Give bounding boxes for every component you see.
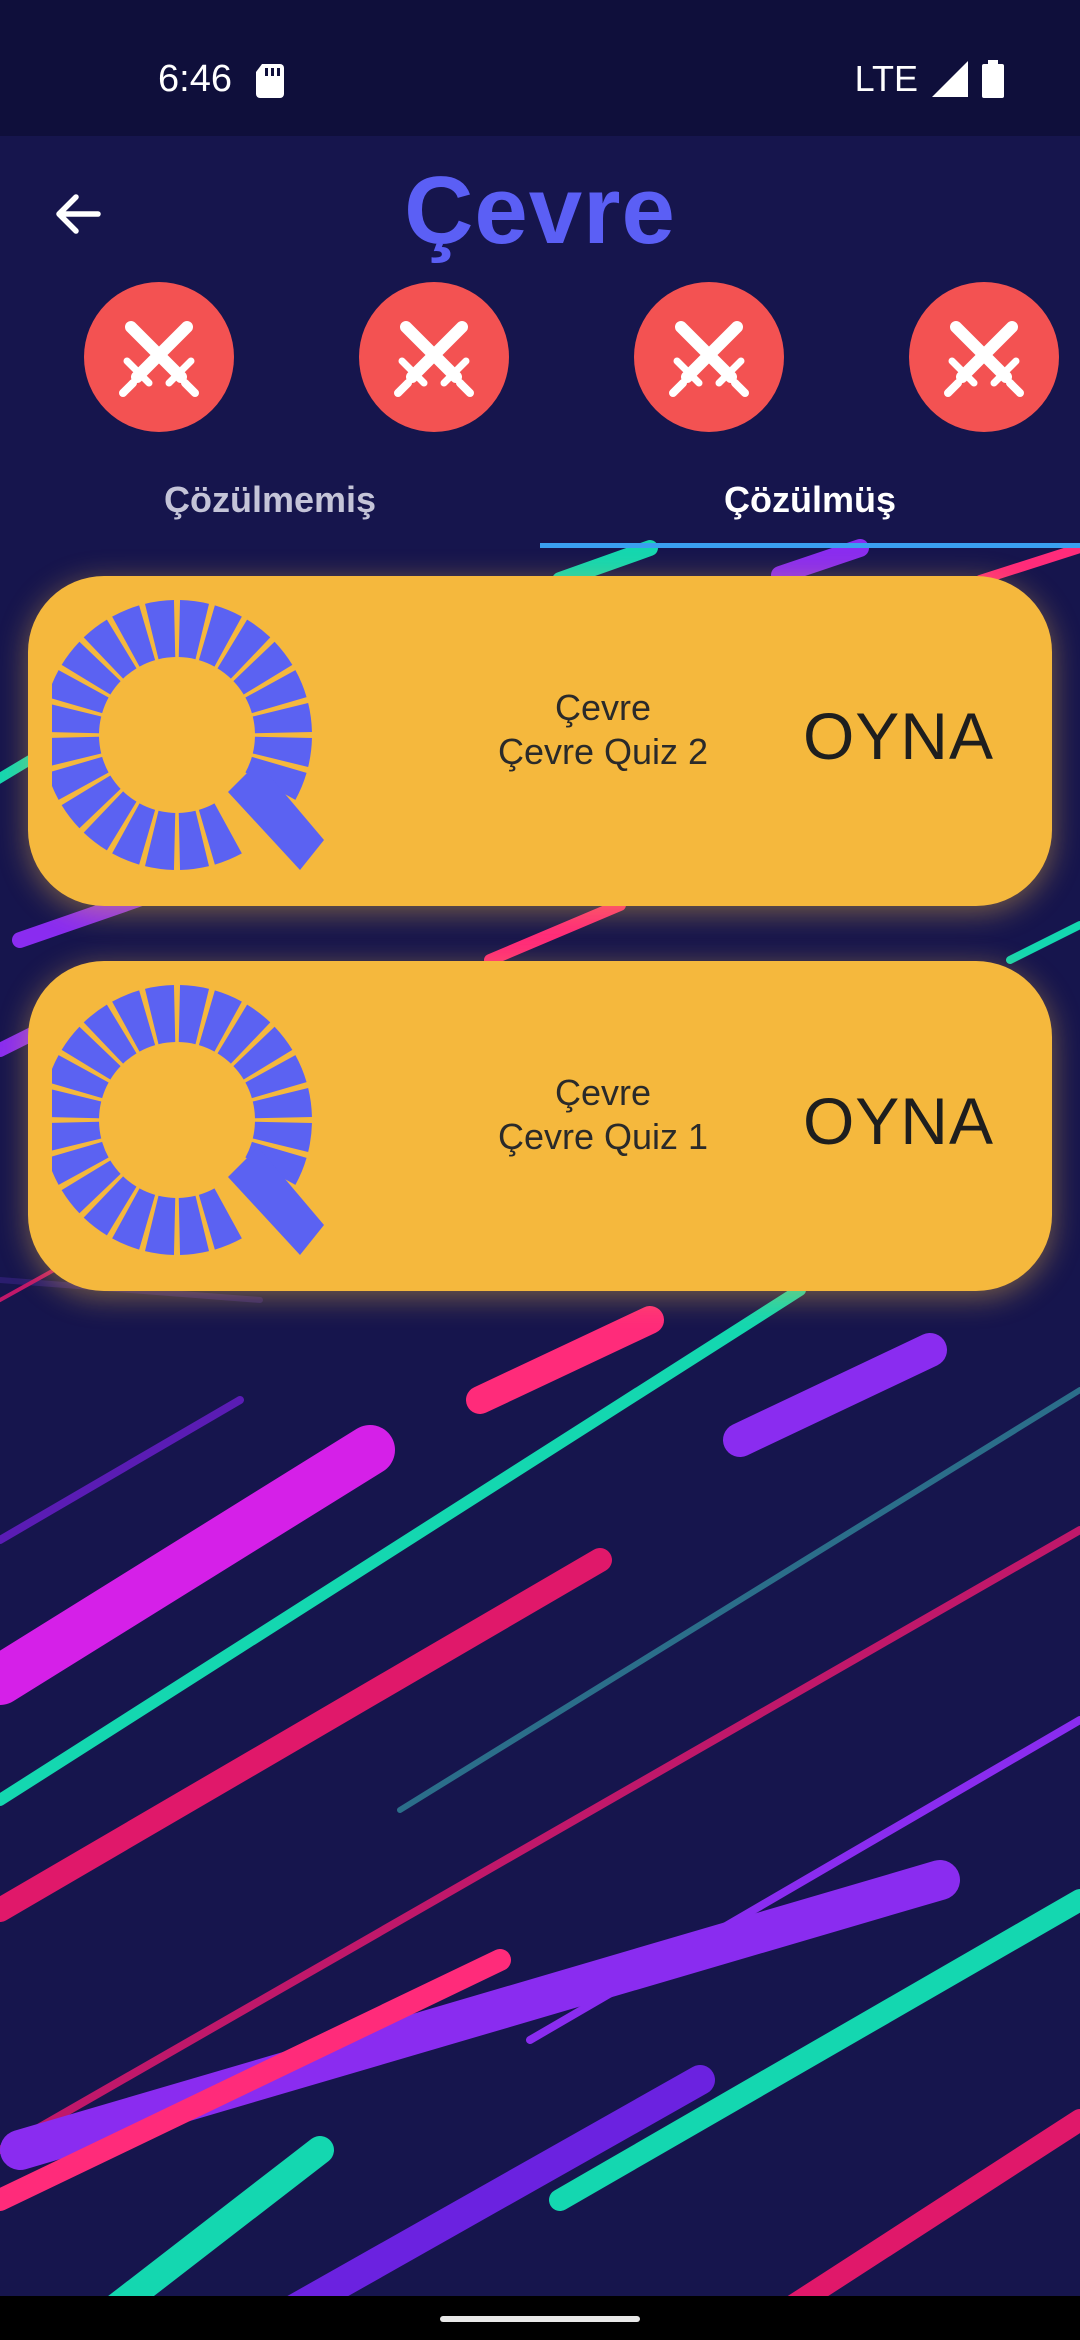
crossed-swords-icon (119, 321, 199, 397)
crossed-swords-icon (394, 321, 474, 397)
battery-icon (982, 60, 1004, 98)
status-icons: LTE (855, 56, 1004, 102)
badge-crossed-swords[interactable] (359, 282, 509, 432)
badge-crossed-swords[interactable] (84, 282, 234, 432)
tab-bar: Çözülmemiş Çözülmüş (0, 452, 1080, 548)
quiz-logo-icon (52, 600, 324, 870)
quiz-category: Çevre (554, 687, 652, 728)
tab-solved[interactable]: Çözülmüş (540, 452, 1080, 548)
badge-crossed-swords[interactable] (634, 282, 784, 432)
app-bar: Çevre (0, 136, 1080, 286)
play-button[interactable]: OYNA (803, 1076, 994, 1166)
signal-icon (932, 61, 968, 97)
screen: 6:46 LTE Çevre Çözülmemiş Çözülmüş Çevre… (0, 0, 1080, 2340)
quiz-name: Çevre Quiz 1 (497, 1116, 709, 1157)
network-type: LTE (854, 58, 918, 99)
navigation-bar (0, 2296, 1080, 2340)
quiz-card[interactable]: Çevre Çevre Quiz 2 OYNA (28, 576, 1052, 906)
status-time: 6:46 (158, 58, 232, 100)
tab-unsolved[interactable]: Çözülmemiş (0, 452, 540, 548)
quiz-info: Çevre Çevre Quiz 2 (408, 686, 798, 774)
crossed-swords-icon (944, 321, 1024, 397)
quiz-list: Çevre Çevre Quiz 2 OYNA Çevre Çevre Quiz… (28, 576, 1052, 1346)
quiz-info: Çevre Çevre Quiz 1 (408, 1071, 798, 1159)
quiz-name: Çevre Quiz 2 (497, 731, 709, 772)
sd-card-icon (256, 64, 284, 98)
quiz-category: Çevre (554, 1072, 652, 1113)
badge-row (0, 282, 1080, 432)
home-gesture-handle[interactable] (440, 2316, 640, 2322)
quiz-card[interactable]: Çevre Çevre Quiz 1 OYNA (28, 961, 1052, 1291)
play-button[interactable]: OYNA (803, 691, 994, 781)
badge-crossed-swords[interactable] (909, 282, 1059, 432)
status-bar: 6:46 LTE (0, 0, 1080, 136)
page-title: Çevre (404, 157, 676, 264)
quiz-logo-icon (52, 985, 324, 1255)
crossed-swords-icon (669, 321, 749, 397)
